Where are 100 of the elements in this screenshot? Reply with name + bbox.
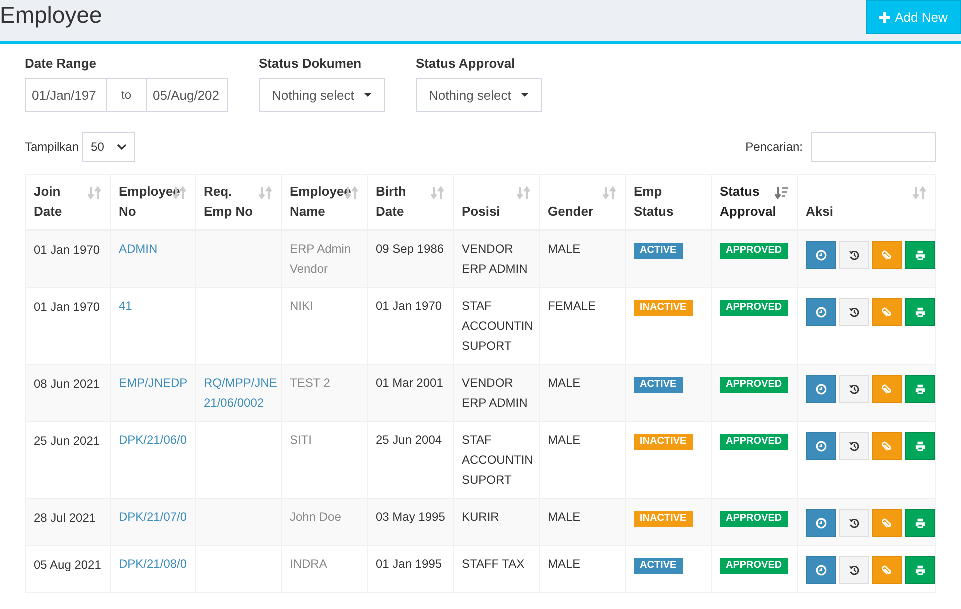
table-cell: 01 Jan 1995 — [376, 557, 442, 571]
table-cell: STAFF TAX — [462, 557, 525, 571]
history-icon — [848, 250, 860, 260]
sort-icon — [603, 186, 617, 200]
table-cell: TEST 2 — [290, 376, 330, 390]
paperclip-icon — [882, 250, 892, 260]
approval-badge: APPROVED — [720, 243, 788, 259]
table-cell: MALE — [548, 433, 581, 447]
history-button[interactable] — [839, 432, 869, 460]
table-cell: INDRA — [290, 557, 328, 571]
sort-icon — [431, 186, 445, 200]
show-label: Tampilkan — [25, 140, 80, 154]
status-badge: INACTIVE — [634, 434, 693, 450]
filter-label: Status Approval — [416, 56, 516, 72]
table-cell: 25 Jun 2004 — [376, 433, 442, 447]
paperclip-button[interactable] — [872, 509, 902, 537]
history-button[interactable] — [839, 556, 869, 584]
status-badge: ACTIVE — [634, 377, 683, 393]
print-button[interactable] — [905, 298, 934, 326]
paperclip-icon — [882, 440, 892, 452]
print-icon — [914, 564, 926, 576]
filter-label: Date Range — [25, 56, 98, 72]
status-badge: ACTIVE — [634, 243, 683, 259]
approval-badge: APPROVED — [720, 300, 788, 316]
print-icon — [914, 518, 926, 528]
clock-icon — [816, 250, 826, 260]
paperclip-button[interactable] — [872, 298, 902, 326]
table-cell: 08 Jun 2021 — [34, 377, 100, 391]
table-cell: SITI — [290, 433, 312, 447]
print-button[interactable] — [905, 556, 934, 584]
history-button[interactable] — [839, 509, 869, 537]
table-cell: 03 May 1995 — [376, 510, 446, 524]
table-cell: 01 Jan 1970 — [34, 300, 100, 314]
print-button[interactable] — [905, 375, 934, 403]
paperclip-icon — [882, 518, 892, 528]
caret-icon — [521, 93, 529, 97]
clock-button[interactable] — [806, 241, 836, 269]
status-dropdown[interactable]: Nothing select — [259, 78, 385, 112]
filter-label: Status Dokumen — [259, 56, 363, 72]
table-cell: 01 Mar 2001 — [376, 376, 444, 390]
table-cell: MALE — [548, 557, 581, 571]
clock-button[interactable] — [806, 375, 836, 403]
table-cell: MALE — [548, 376, 581, 390]
table-cell: ERP Admin Vendor — [290, 242, 352, 276]
sort-icon — [913, 186, 927, 200]
table-cell: STAF ACCOUNTIN SUPORT — [462, 299, 534, 353]
print-button[interactable] — [905, 432, 934, 460]
paperclip-button[interactable] — [872, 375, 902, 403]
paperclip-button[interactable] — [872, 241, 902, 269]
table-cell: 05 Aug 2021 — [34, 558, 102, 572]
paperclip-button[interactable] — [872, 556, 902, 584]
paperclip-button[interactable] — [872, 432, 902, 460]
paperclip-icon — [882, 384, 892, 394]
clock-icon — [816, 384, 826, 394]
print-icon — [914, 306, 926, 318]
page-size-dropdown[interactable]: 50 — [82, 132, 136, 162]
table-cell: KURIR — [462, 510, 500, 524]
date-to-field[interactable]: 05/Aug/202 — [146, 78, 228, 112]
approval-badge: APPROVED — [720, 434, 788, 450]
table-cell: VENDOR ERP ADMIN — [462, 376, 528, 410]
table-cell: 25 Jun 2021 — [34, 434, 100, 448]
history-button[interactable] — [839, 375, 869, 403]
status-badge: INACTIVE — [634, 300, 693, 316]
approval-badge: APPROVED — [720, 377, 788, 393]
print-button[interactable] — [905, 509, 934, 537]
history-button[interactable] — [839, 298, 869, 326]
search-field[interactable] — [811, 132, 936, 162]
plus-icon — [879, 12, 890, 22]
approval-badge: APPROVED — [720, 511, 788, 527]
table-cell: NIKI — [290, 299, 314, 313]
print-icon — [914, 250, 926, 260]
search-label: Pencarian: — [746, 140, 803, 154]
clock-icon — [816, 306, 826, 318]
status-dropdown[interactable]: Nothing select — [416, 78, 542, 112]
employee-number-link[interactable]: DPK/21/06/0 — [119, 433, 188, 447]
table-cell: MALE — [548, 510, 581, 524]
print-button[interactable] — [905, 241, 934, 269]
history-icon — [848, 564, 860, 576]
history-icon — [848, 384, 860, 394]
print-icon — [914, 384, 926, 394]
employee-number-link[interactable]: 41 — [119, 299, 132, 313]
status-badge: ACTIVE — [634, 558, 683, 574]
clock-icon — [816, 440, 826, 452]
clock-button[interactable] — [806, 509, 836, 537]
clock-icon — [816, 518, 826, 528]
clock-icon — [816, 564, 826, 576]
clock-button[interactable] — [806, 556, 836, 584]
status-badge: INACTIVE — [634, 511, 693, 527]
sort-descending-icon — [775, 186, 789, 200]
table-cell: 01 Jan 1970 — [34, 243, 100, 257]
history-button[interactable] — [839, 241, 869, 269]
table-cell: FEMALE — [548, 299, 596, 313]
sort-icon — [88, 186, 102, 200]
table-cell: 01 Jan 1970 — [376, 299, 442, 313]
clock-button[interactable] — [806, 298, 836, 326]
history-icon — [848, 306, 860, 318]
date-from-field[interactable]: 01/Jan/197 — [25, 78, 107, 112]
page-title: Employee — [0, 1, 102, 30]
clock-button[interactable] — [806, 432, 836, 460]
print-icon — [914, 440, 926, 452]
